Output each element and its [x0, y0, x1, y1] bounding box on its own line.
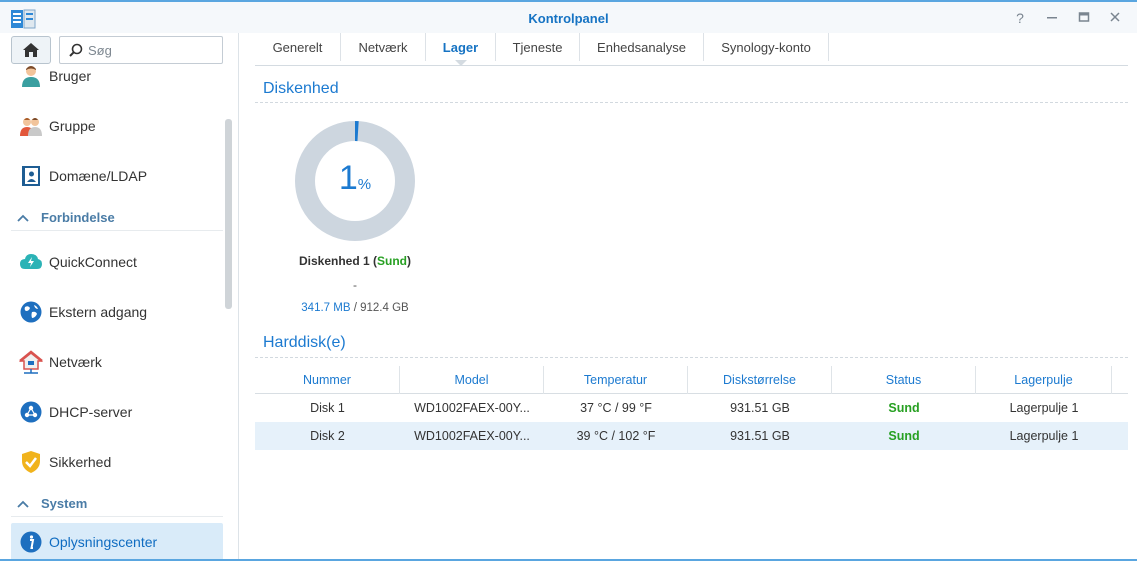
section-header-system[interactable]: System — [11, 491, 223, 517]
sidebar-item-info-center[interactable]: Oplysningscenter — [11, 523, 223, 561]
search-input[interactable] — [88, 41, 218, 59]
section-title-volume: Diskenhed — [263, 80, 339, 97]
sidebar-item-user[interactable]: Bruger — [11, 58, 223, 94]
security-shield-icon — [19, 450, 43, 474]
column-header-model[interactable]: Model — [400, 366, 544, 394]
cell-status: Sund — [888, 401, 920, 415]
network-icon — [19, 350, 43, 374]
column-header-status[interactable]: Status — [832, 366, 976, 394]
cell-number: Disk 2 — [310, 429, 345, 443]
window-title: Kontrolpanel — [528, 11, 609, 26]
sidebar: Bruger Gruppe Domæne/LDAP — [0, 33, 239, 561]
group-icon — [19, 114, 43, 138]
volume-description: - — [353, 278, 357, 292]
usage-percent: 1% — [294, 159, 416, 198]
divider — [255, 102, 1128, 103]
sidebar-scrollbar[interactable] — [225, 119, 232, 309]
quickconnect-icon — [19, 250, 43, 274]
tab-bar: Generelt Netværk Lager Tjeneste Enhedsan… — [255, 33, 1128, 66]
cell-model: WD1002FAEX-00Y... — [414, 401, 530, 415]
info-icon — [19, 530, 43, 554]
sidebar-item-external-access[interactable]: Ekstern adgang — [11, 294, 223, 330]
sidebar-item-label: Bruger — [49, 68, 92, 84]
sidebar-item-security[interactable]: Sikkerhed — [11, 444, 223, 480]
chevron-up-icon — [17, 497, 31, 511]
section-label: System — [41, 496, 88, 511]
close-icon[interactable] — [1105, 9, 1125, 27]
tab-service[interactable]: Tjeneste — [496, 33, 580, 61]
section-header-connection[interactable]: Forbindelse — [11, 205, 223, 231]
sidebar-item-domain-ldap[interactable]: Domæne/LDAP — [11, 158, 223, 194]
volume-total: 912.4 GB — [360, 302, 409, 314]
table-header: Nummer Model Temperatur Diskstørrelse St… — [255, 366, 1128, 394]
volume-caption: Diskenhed 1 (Sund) — [298, 254, 412, 268]
harddisk-table: Nummer Model Temperatur Diskstørrelse St… — [255, 366, 1128, 450]
cell-number: Disk 1 — [310, 401, 345, 415]
tab-general[interactable]: Generelt — [255, 33, 341, 61]
column-header-number[interactable]: Nummer — [255, 366, 400, 394]
column-header-temperature[interactable]: Temperatur — [544, 366, 688, 394]
tab-network[interactable]: Netværk — [341, 33, 426, 61]
tab-synology-account[interactable]: Synology-konto — [704, 33, 829, 61]
sidebar-item-dhcp-server[interactable]: DHCP-server — [11, 394, 223, 430]
table-row[interactable]: Disk 2 WD1002FAEX-00Y... 39 °C / 102 °F … — [255, 422, 1128, 450]
cell-storage-pool: Lagerpulje 1 — [1009, 401, 1079, 415]
user-icon — [19, 64, 43, 88]
cell-temperature: 39 °C / 102 °F — [576, 429, 656, 443]
minimize-icon[interactable] — [1042, 9, 1062, 27]
sidebar-item-group[interactable]: Gruppe — [11, 108, 223, 144]
divider — [255, 357, 1128, 358]
volume-usage: 341.7 MB / 912.4 GB — [301, 302, 409, 314]
maximize-icon[interactable] — [1074, 9, 1094, 27]
table-row[interactable]: Disk 1 WD1002FAEX-00Y... 37 °C / 99 °F 9… — [255, 394, 1128, 422]
cell-status: Sund — [888, 429, 920, 443]
home-icon — [23, 43, 39, 57]
sidebar-item-quickconnect[interactable]: QuickConnect — [11, 244, 223, 280]
sidebar-item-label: Domæne/LDAP — [49, 168, 148, 184]
volume-name: Diskenhed 1 — [298, 254, 370, 268]
cell-model: WD1002FAEX-00Y... — [414, 429, 530, 443]
sidebar-item-label: Sikkerhed — [49, 454, 112, 470]
column-header-disk-size[interactable]: Diskstørrelse — [688, 366, 832, 394]
active-tab-pointer — [455, 60, 467, 66]
search-icon — [69, 43, 83, 57]
title-bar: Kontrolpanel ? — [0, 0, 1137, 33]
sidebar-item-label: Ekstern adgang — [49, 304, 148, 320]
help-icon[interactable]: ? — [1010, 9, 1030, 27]
sidebar-item-label: Oplysningscenter — [49, 534, 158, 550]
cell-temperature: 37 °C / 99 °F — [580, 401, 652, 415]
tab-storage[interactable]: Lager — [426, 33, 496, 61]
usage-percent-sign: % — [357, 176, 372, 193]
chevron-up-icon — [17, 211, 31, 225]
tab-device-analysis[interactable]: Enhedsanalyse — [580, 33, 704, 61]
cell-disk-size: 931.51 GB — [730, 429, 790, 443]
volume-status: Sund — [377, 254, 408, 268]
usage-percent-value: 1 — [338, 159, 358, 197]
sidebar-item-network[interactable]: Netværk — [11, 344, 223, 380]
sidebar-item-label: DHCP-server — [49, 404, 133, 420]
external-access-icon — [19, 300, 43, 324]
sidebar-item-label: QuickConnect — [49, 254, 137, 270]
cell-storage-pool: Lagerpulje 1 — [1009, 429, 1079, 443]
sidebar-item-label: Netværk — [49, 354, 102, 370]
dhcp-server-icon — [19, 400, 43, 424]
domain-ldap-icon — [19, 164, 43, 188]
section-label: Forbindelse — [41, 210, 115, 225]
column-header-storage-pool[interactable]: Lagerpulje — [976, 366, 1112, 394]
section-title-harddisks: Harddisk(e) — [263, 334, 346, 351]
sidebar-item-label: Gruppe — [49, 118, 96, 134]
cell-disk-size: 931.51 GB — [730, 401, 790, 415]
volume-used: 341.7 MB — [301, 302, 351, 314]
